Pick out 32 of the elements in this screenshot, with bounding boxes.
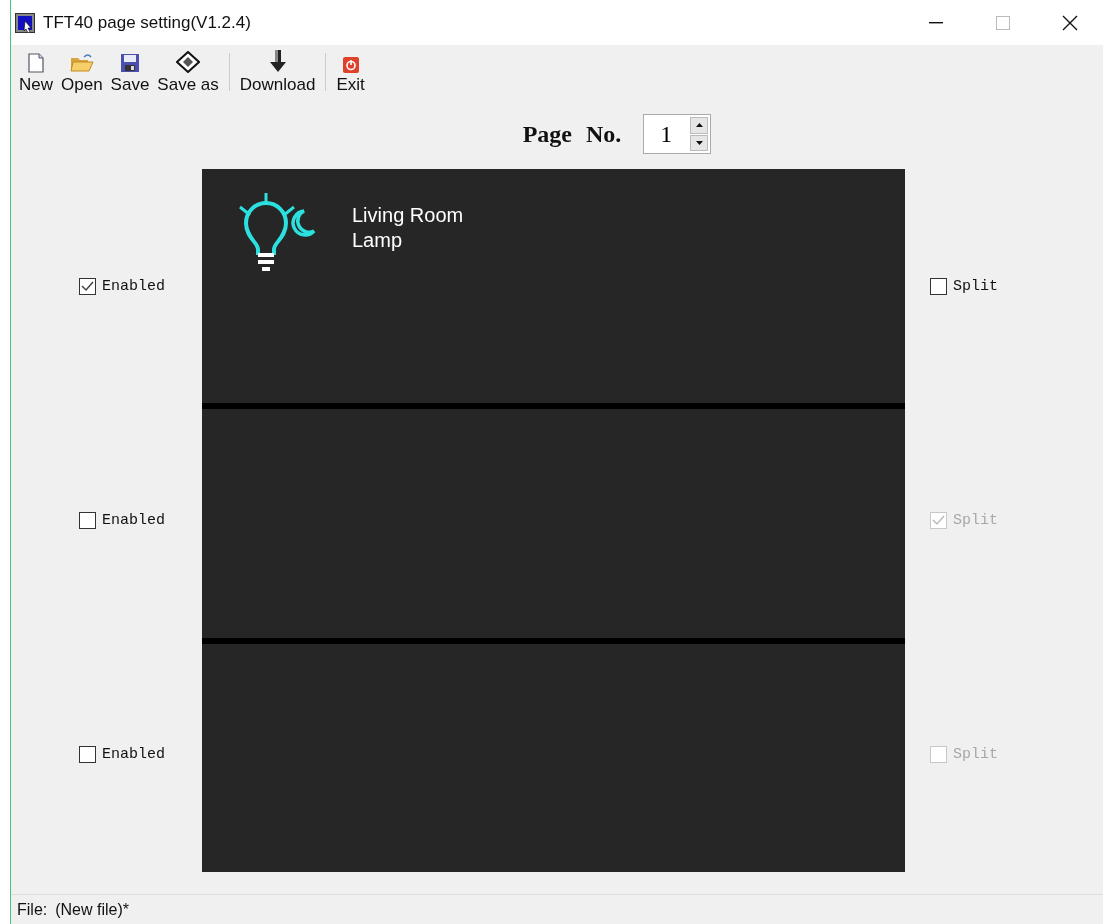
toolbar-button[interactable]: New bbox=[15, 49, 57, 95]
checkbox-option[interactable]: Split bbox=[930, 277, 998, 295]
toolbar-button[interactable]: Download bbox=[235, 49, 320, 95]
new-document-icon bbox=[28, 53, 44, 73]
checkbox-option[interactable]: Enabled bbox=[79, 277, 165, 295]
checkbox[interactable] bbox=[79, 512, 96, 529]
toolbar-button[interactable]: Save bbox=[106, 49, 154, 95]
file-name: (New file)* bbox=[55, 900, 130, 919]
page-number-label: Page No. bbox=[522, 120, 622, 148]
checkbox[interactable] bbox=[930, 277, 947, 295]
up-arrow-icon bbox=[695, 123, 703, 128]
down-arrow-icon bbox=[267, 49, 288, 73]
decrement-button[interactable] bbox=[690, 134, 709, 151]
close-icon bbox=[1061, 14, 1078, 31]
checkbox-option[interactable]: Enabled bbox=[79, 746, 165, 764]
toolbar-button[interactable]: Save as bbox=[153, 49, 223, 95]
window-title: TFT40 page setting(V1.2.4) bbox=[43, 12, 252, 33]
page-number-spinner[interactable]: 1 bbox=[643, 114, 712, 154]
folder-icon bbox=[69, 53, 94, 73]
checkbox-option[interactable]: Enabled bbox=[79, 512, 165, 529]
down-arrow-icon bbox=[695, 140, 703, 145]
increment-button[interactable] bbox=[690, 117, 709, 134]
toolbar-button[interactable]: Open bbox=[57, 49, 107, 95]
checkbox[interactable] bbox=[79, 746, 96, 764]
file-label: File: bbox=[17, 900, 48, 919]
minimize-icon bbox=[928, 21, 943, 24]
maximize-icon bbox=[995, 15, 1010, 30]
checkbox[interactable] bbox=[79, 277, 96, 295]
tile-label: Living Room Lamp bbox=[352, 203, 465, 253]
app-icon bbox=[15, 12, 35, 33]
toolbar-button[interactable]: Exit bbox=[332, 49, 369, 95]
power-icon bbox=[342, 57, 359, 73]
